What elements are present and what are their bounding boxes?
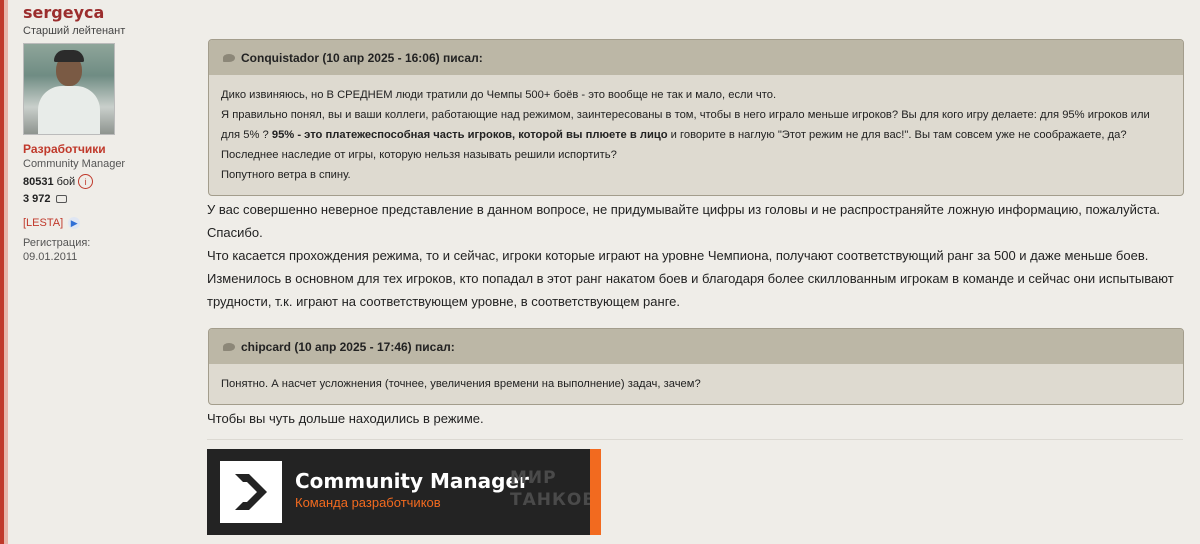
quote-icon <box>223 53 235 62</box>
clan-tag[interactable]: [LESTA] ▶ <box>23 217 173 229</box>
banner-title: Community Manager <box>295 469 529 493</box>
author-username[interactable]: sergeyca <box>23 3 173 22</box>
brand-line: ТАНКОВ <box>510 490 597 510</box>
left-accent-stripe <box>0 0 8 544</box>
battles-label: бой <box>56 175 76 188</box>
quote-line: Я правильно понял, вы и ваши коллеги, ра… <box>221 105 1171 165</box>
quote-author[interactable]: chipcard (10 апр 2025 - 17:46) писал: <box>241 340 455 354</box>
comment-bubble-icon <box>55 195 67 203</box>
quote-line: Дико извиняюсь, но В СРЕДНЕМ люди тратил… <box>221 89 777 101</box>
quote-line: Понятно. А насчет усложнения (точнее, ув… <box>221 378 701 390</box>
brand-line: МИР <box>510 468 557 488</box>
signature-divider <box>207 439 1183 440</box>
quote-icon <box>223 342 235 351</box>
quote-bold-text: 95% - это платежеспособная часть игроков… <box>271 129 668 141</box>
author-profile: sergeyca Старший лейтенант Разработчики … <box>23 0 173 263</box>
play-arrow-icon[interactable]: ▶ <box>68 217 81 229</box>
quote-author[interactable]: Conquistador (10 апр 2025 - 16:06) писал… <box>241 51 483 65</box>
battles-count: 80531 <box>23 175 54 188</box>
posts-stat: 3 972 <box>23 193 173 205</box>
clan-tag-label: [LESTA] <box>23 217 64 229</box>
author-subrole: Community Manager <box>23 158 126 170</box>
author-role: Разработчики <box>23 142 106 156</box>
banner-accent-stripe <box>590 449 601 535</box>
quote-body: Дико извиняюсь, но В СРЕДНЕМ люди тратил… <box>209 75 1183 195</box>
avatar[interactable] <box>23 43 115 135</box>
posts-count: 3 972 <box>23 193 51 205</box>
quote-header: chipcard (10 апр 2025 - 17:46) писал: <box>209 329 1183 364</box>
reply-text-1: У вас совершенно неверное представление … <box>207 198 1187 313</box>
registration-label: Регистрация: <box>23 237 91 249</box>
banner-subtitle: Команда разработчиков <box>295 495 441 510</box>
reply-paragraph: Чтобы вы чуть дольше находились в режиме… <box>207 411 484 426</box>
registration-date: 09.01.2011 <box>23 251 78 263</box>
quote-body: Понятно. А насчет усложнения (точнее, ув… <box>209 364 1183 404</box>
quote-header: Conquistador (10 апр 2025 - 16:06) писал… <box>209 40 1183 75</box>
battles-stat: 80531 бой i <box>23 174 173 189</box>
quote-block-chipcard: chipcard (10 апр 2025 - 17:46) писал: По… <box>208 328 1184 405</box>
game-brand-logo: МИР ТАНКОВ <box>510 467 596 511</box>
chevron-logo-icon <box>220 461 282 523</box>
info-icon[interactable]: i <box>78 174 94 189</box>
reply-paragraph: Что касается прохождения режима, то и се… <box>207 248 1174 309</box>
quote-block-conquistador: Conquistador (10 апр 2025 - 16:06) писал… <box>208 39 1184 196</box>
author-rank: Старший лейтенант <box>23 25 126 37</box>
reply-paragraph: У вас совершенно неверное представление … <box>207 202 1161 240</box>
avatar-body-shape <box>38 86 100 134</box>
quote-line: Попутного ветра в спину. <box>221 169 351 181</box>
reply-text-2: Чтобы вы чуть дольше находились в режиме… <box>207 407 1187 430</box>
community-manager-banner: Community Manager Команда разработчиков … <box>207 449 601 535</box>
avatar-cap-shape <box>54 50 84 62</box>
